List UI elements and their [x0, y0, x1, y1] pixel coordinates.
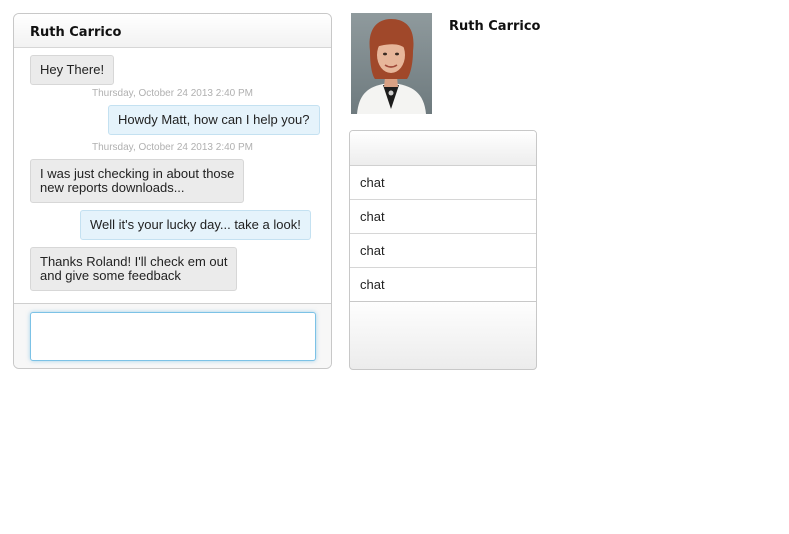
message-text-line: and give some feedback [40, 268, 181, 283]
chat-header: Ruth Carrico [14, 14, 331, 48]
message-text: Hey There! [40, 62, 105, 77]
message-timestamp: Thursday, October 24 2013 2:40 PM [92, 88, 254, 99]
avatar [351, 13, 432, 114]
message-list[interactable]: Hey There! Thursday, October 24 2013 2:4… [14, 48, 331, 303]
message-text: Well it's your lucky day... take a look! [90, 217, 301, 232]
chat-panel: Ruth Carrico Hey There! Thursday, Octobe… [13, 13, 332, 369]
message-bubble-outgoing: Howdy Matt, how can I help you? [108, 105, 320, 135]
list-item-chat[interactable]: chat [350, 234, 536, 268]
message-text-line: Thanks Roland! I'll check em out [40, 254, 228, 269]
list-header [350, 131, 536, 166]
message-text: Howdy Matt, how can I help you? [118, 112, 310, 127]
list-item-chat[interactable]: chat [350, 268, 536, 302]
list-item-chat[interactable]: chat [350, 166, 536, 200]
message-text-line: I was just checking in about those [40, 166, 235, 181]
message-bubble-incoming: I was just checking in about those new r… [30, 159, 245, 203]
chat-contact-name: Ruth Carrico [30, 25, 122, 40]
list-item-chat[interactable]: chat [350, 200, 536, 234]
message-bubble-incoming: Hey There! [30, 55, 115, 85]
compose-area [14, 303, 331, 368]
message-text-line: new reports downloads... [40, 180, 185, 195]
message-bubble-incoming: Thanks Roland! I'll check em out and giv… [30, 247, 238, 291]
message-input[interactable] [30, 312, 316, 361]
profile-name: Ruth Carrico [449, 19, 541, 34]
message-timestamp: Thursday, October 24 2013 2:40 PM [92, 142, 254, 153]
avatar-photo [351, 13, 432, 114]
message-bubble-outgoing: Well it's your lucky day... take a look! [80, 210, 311, 240]
chat-list-panel: chat chat chat chat [349, 130, 537, 370]
